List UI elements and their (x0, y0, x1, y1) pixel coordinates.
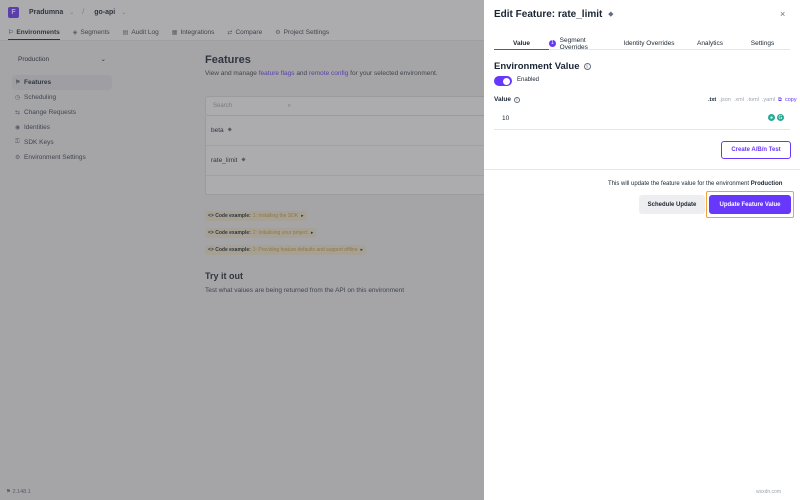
update-note-environment: Production (750, 181, 783, 187)
format-json[interactable]: .json (719, 97, 731, 104)
close-icon[interactable]: × (780, 9, 785, 19)
drawer-title-text: Edit Feature: rate_limit (494, 9, 603, 20)
grammarly-icon: G (777, 114, 784, 121)
copy-label: copy (784, 97, 797, 103)
tab-badge: 1 (549, 40, 556, 47)
format-yaml[interactable]: .yaml (762, 97, 775, 104)
divider (484, 169, 800, 170)
create-ab-test-button[interactable]: Create A/B/n Test (721, 141, 791, 159)
info-icon[interactable]: i (583, 63, 591, 70)
format-xml[interactable]: .xml (734, 97, 744, 104)
schedule-update-button[interactable]: Schedule Update (639, 195, 705, 214)
drawer-tabs: Value 1 Segment Overrides Identity Overr… (494, 36, 790, 51)
modal-backdrop[interactable] (0, 0, 484, 500)
tab-label: Settings (750, 40, 775, 47)
tab-label: Segment Overrides (559, 36, 588, 51)
tab-value[interactable]: Value (494, 38, 549, 50)
location-icon: ● (768, 114, 775, 121)
info-icon[interactable]: i (513, 96, 520, 103)
format-toml[interactable]: .toml (747, 97, 759, 104)
environment-value-heading-text: Environment Value (494, 61, 580, 72)
update-note-text: This will update the feature value for t… (608, 181, 751, 187)
update-note: This will update the feature value for t… (608, 181, 782, 187)
edit-feature-drawer: Edit Feature: rate_limit ⬥ × Value 1 Seg… (484, 0, 800, 500)
feature-value-input[interactable]: 10 ● G (494, 108, 790, 130)
tab-label: Identity Overrides (623, 40, 675, 47)
value-format-selector: .txt .json .xml .toml .yaml ⧉ copy (708, 97, 800, 104)
value-input-icons: ● G (766, 114, 784, 121)
enabled-toggle[interactable] (494, 76, 512, 86)
update-feature-value-button[interactable]: Update Feature Value (709, 195, 791, 214)
value-label: Value i (494, 96, 520, 103)
drawer-title: Edit Feature: rate_limit ⬥ (494, 9, 613, 20)
tab-label: Value (513, 40, 530, 47)
tab-label: Analytics (696, 40, 723, 47)
environment-value-heading: Environment Value i (494, 61, 591, 72)
copy-icon: ⧉ (778, 97, 782, 103)
tab-segment-overrides[interactable]: 1 Segment Overrides (549, 36, 613, 51)
tag-icon[interactable]: ⬥ (608, 11, 613, 19)
tab-analytics[interactable]: Analytics (685, 38, 735, 49)
copy-button[interactable]: ⧉ copy (778, 97, 800, 104)
app-root: F Pradumna ⌄ / go-api ⌄ ⚐ Environments ◈… (0, 0, 800, 500)
tab-settings[interactable]: Settings (735, 38, 790, 49)
format-txt[interactable]: .txt (708, 97, 716, 104)
tab-identity-overrides[interactable]: Identity Overrides (613, 38, 685, 49)
watermark: wsxdn.com (756, 489, 782, 495)
value-label-text: Value (494, 96, 511, 103)
feature-value-text: 10 (502, 115, 510, 122)
enabled-label: Enabled (517, 77, 540, 83)
